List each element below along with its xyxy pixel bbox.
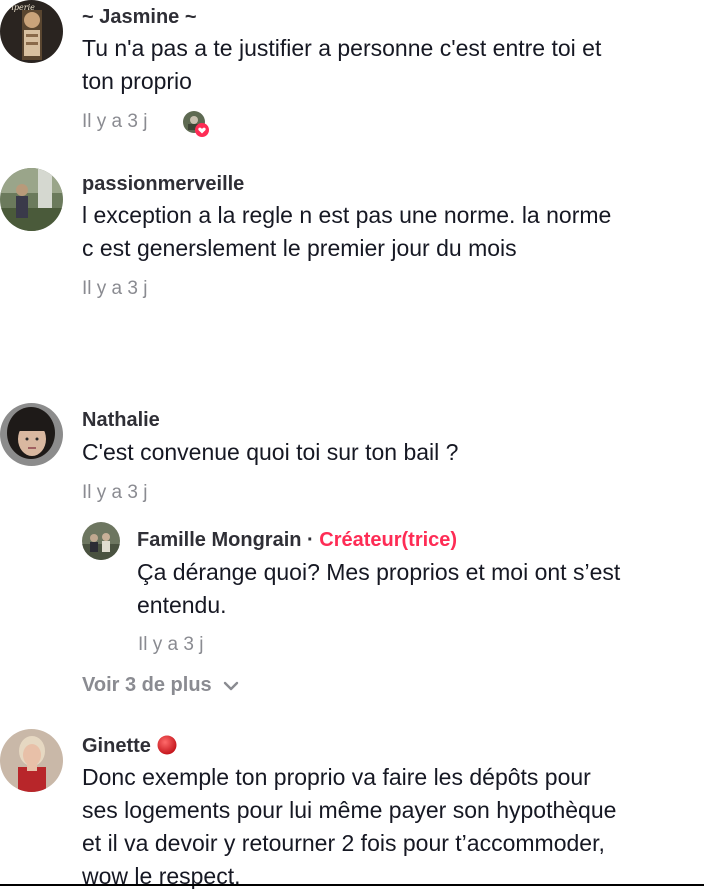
comment-text-line: l exception a la regle n est pas une nor…: [82, 202, 612, 228]
comment-text-ginette: Donc exemple ton proprio va faire les dé…: [82, 761, 616, 893]
separator-dot: ·: [307, 529, 314, 551]
avatar-passionmerveille[interactable]: [0, 168, 63, 231]
chevron-down-icon: [223, 674, 239, 698]
heart-icon: [195, 123, 209, 137]
avatar-jasmine[interactable]: Friperie: [0, 0, 63, 63]
username-jasmine[interactable]: ~ Jasmine ~: [82, 5, 197, 29]
comment-text-line: C'est convenue quoi toi sur ton bail ?: [82, 439, 459, 465]
comment-text-nathalie: C'est convenue quoi toi sur ton bail ?: [82, 436, 458, 469]
timestamp-jasmine: Il y a 3 j: [82, 111, 148, 132]
comment-text-passionmerveille: l exception a la regle n est pas une nor…: [82, 199, 611, 265]
creator-liked-badge: [182, 110, 209, 137]
comment-text-jasmine: Tu n'a pas a te justifier a personne c'e…: [82, 32, 601, 98]
avatar-ginette[interactable]: [0, 729, 63, 792]
comment-text-line: et il va devoir y retourner 2 fois pour …: [82, 830, 605, 856]
creator-badge: Créateur(trice): [319, 529, 458, 551]
comment-text-line: Donc exemple ton proprio va faire les dé…: [82, 764, 591, 790]
username-famille-mongrain[interactable]: Famille Mongrain: [137, 529, 301, 551]
comment-text-line: Tu n'a pas a te justifier a personne c'e…: [82, 35, 602, 61]
reply-text-line: entendu.: [137, 592, 227, 618]
avatar-jasmine-label: Friperie: [1, 3, 35, 12]
username-nathalie[interactable]: Nathalie: [82, 408, 160, 432]
red-circle-icon: [157, 735, 177, 755]
view-more-replies-button[interactable]: Voir 3 de plus: [82, 673, 239, 698]
reply-text-line: Ça dérange quoi? Mes proprios et moi ont…: [137, 559, 621, 585]
username-ginette[interactable]: Ginette: [82, 734, 177, 758]
comment-text-line: ton proprio: [82, 68, 192, 94]
comment-text-line: ses logements pour lui même payer son hy…: [82, 797, 617, 823]
timestamp-famille-mongrain: Il y a 3 j: [138, 634, 204, 655]
username-ginette-text: Ginette: [82, 735, 151, 757]
timestamp-nathalie: Il y a 3 j: [82, 482, 148, 503]
comment-text-line: wow le respect.: [82, 863, 241, 889]
reply-text-famille-mongrain: Ça dérange quoi? Mes proprios et moi ont…: [137, 556, 620, 622]
avatar-famille-mongrain[interactable]: [82, 522, 120, 560]
avatar-nathalie[interactable]: [0, 403, 63, 466]
timestamp-passionmerveille: Il y a 3 j: [82, 278, 148, 299]
comment-text-line: c est generslement le premier jour du mo…: [82, 235, 517, 261]
reply-header: Famille Mongrain · Créateur(trice): [137, 528, 457, 552]
view-more-label: Voir 3 de plus: [82, 674, 212, 696]
username-passionmerveille[interactable]: passionmerveille: [82, 172, 244, 196]
